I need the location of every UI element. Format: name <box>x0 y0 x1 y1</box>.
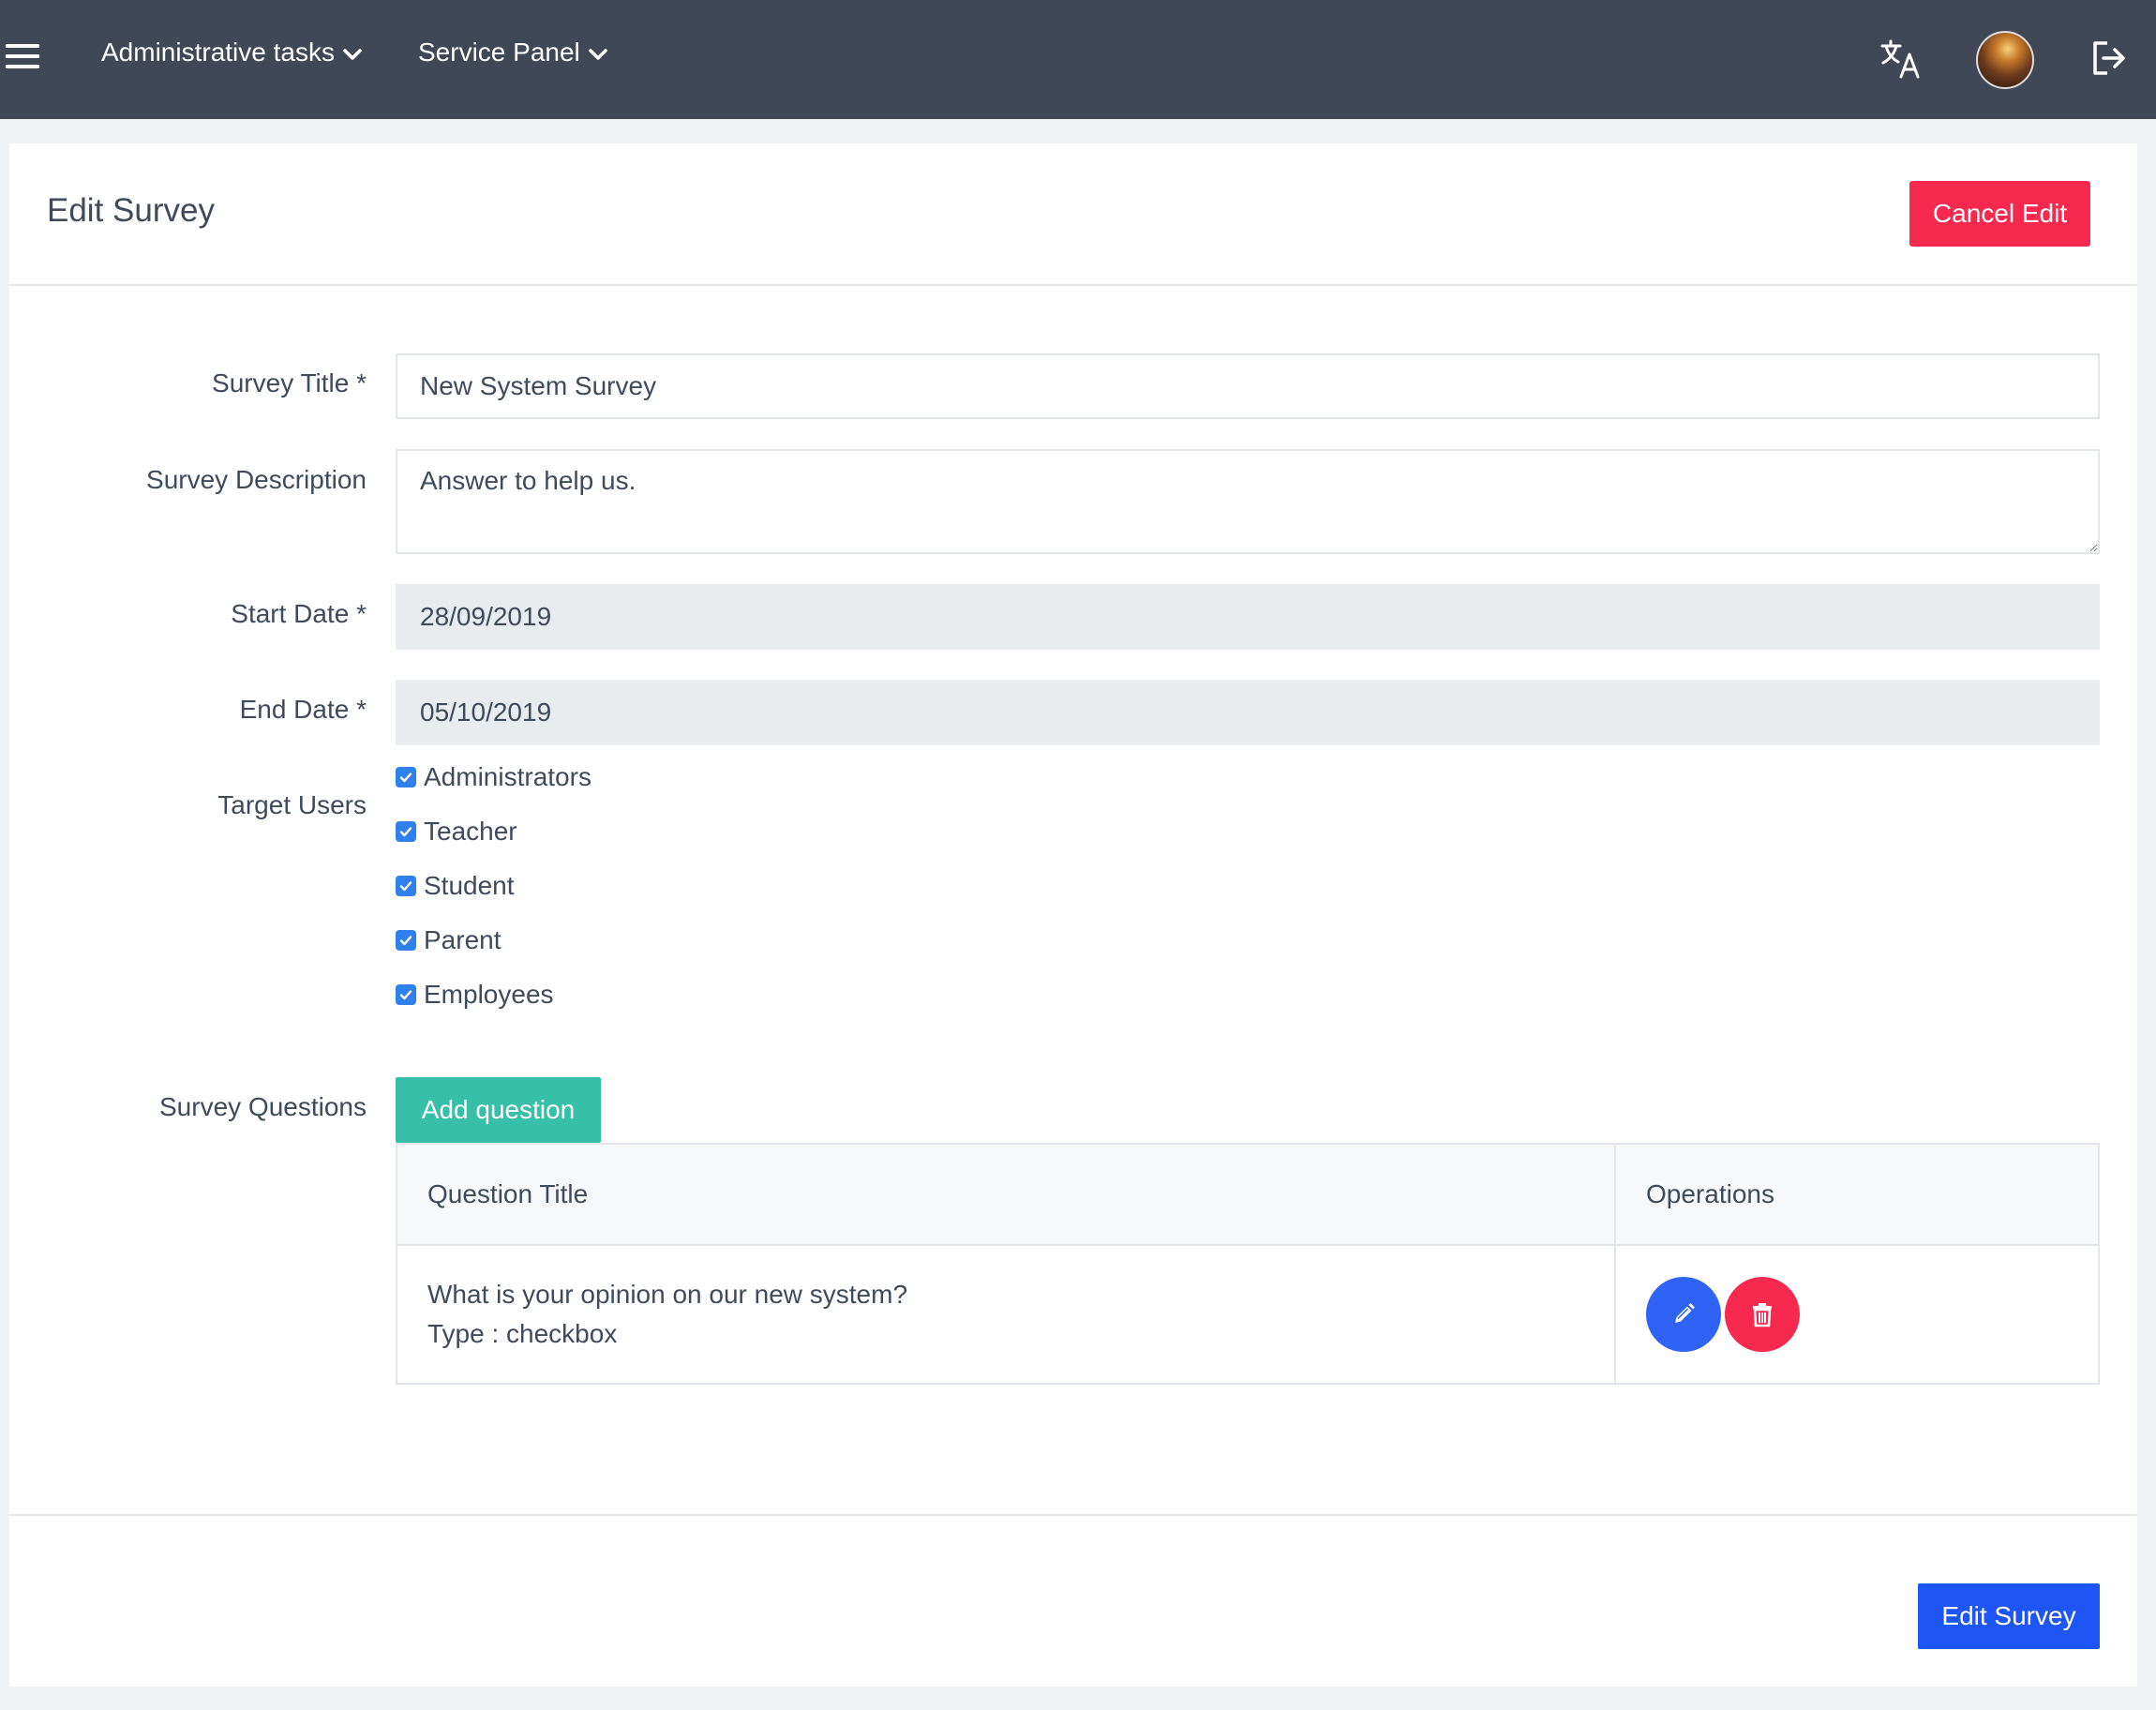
nav-menu-service-panel[interactable]: Service Panel <box>418 38 610 68</box>
top-navbar: Administrative tasks Service Panel <box>0 0 2156 119</box>
checkbox-label: Employees <box>424 980 554 1009</box>
column-header-question-title: Question Title <box>396 1143 1616 1246</box>
column-header-operations: Operations <box>1614 1143 2100 1246</box>
pencil-icon <box>1675 1303 1695 1323</box>
checkbox-administrators[interactable]: Administrators <box>396 760 591 794</box>
table-row: What is your opinion on our new system? … <box>396 1244 2100 1385</box>
checkbox-label: Parent <box>424 925 502 954</box>
question-type: Type : checkbox <box>427 1319 618 1348</box>
checkbox-label: Student <box>424 871 515 900</box>
checkbox-checked-icon[interactable] <box>396 767 416 788</box>
checkbox-label: Teacher <box>424 817 517 846</box>
delete-question-button[interactable] <box>1725 1277 1800 1352</box>
hamburger-icon[interactable] <box>6 44 39 72</box>
edit-survey-submit-button[interactable]: Edit Survey <box>1918 1583 2100 1649</box>
card-header: Edit Survey Cancel Edit <box>9 143 2137 286</box>
nav-menu-label: Administrative tasks <box>101 38 335 67</box>
chevron-down-icon <box>589 48 607 60</box>
survey-description-label: Survey Description <box>146 465 367 494</box>
nav-menu-label: Service Panel <box>418 38 580 67</box>
add-question-button[interactable]: Add question <box>396 1077 601 1143</box>
checkbox-teacher[interactable]: Teacher <box>396 815 517 848</box>
avatar[interactable] <box>1976 31 2034 89</box>
survey-title-input[interactable] <box>396 353 2100 419</box>
survey-description-textarea[interactable]: Answer to help us. <box>396 449 2100 554</box>
checkbox-label: Administrators <box>424 762 591 791</box>
logout-icon[interactable] <box>2090 39 2128 77</box>
question-cell: What is your opinion on our new system? … <box>396 1244 1616 1385</box>
question-title: What is your opinion on our new system? <box>427 1280 908 1309</box>
checkbox-checked-icon[interactable] <box>396 876 416 896</box>
cancel-edit-button[interactable]: Cancel Edit <box>1909 181 2090 247</box>
checkbox-parent[interactable]: Parent <box>396 923 502 957</box>
checkbox-employees[interactable]: Employees <box>396 978 554 1012</box>
checkbox-checked-icon[interactable] <box>396 984 416 1005</box>
target-users-label: Target Users <box>217 790 367 819</box>
end-date-input[interactable] <box>396 680 2100 745</box>
operations-cell <box>1614 1244 2100 1385</box>
end-date-label: End Date * <box>239 695 367 724</box>
start-date-input[interactable] <box>396 584 2100 650</box>
survey-questions-label: Survey Questions <box>159 1092 367 1121</box>
nav-menu-administrative-tasks[interactable]: Administrative tasks <box>101 38 365 68</box>
chevron-down-icon <box>343 48 362 60</box>
edit-question-button[interactable] <box>1646 1277 1721 1352</box>
checkbox-checked-icon[interactable] <box>396 821 416 842</box>
start-date-label: Start Date * <box>231 599 367 628</box>
checkbox-checked-icon[interactable] <box>396 930 416 951</box>
translate-icon[interactable] <box>1879 38 1923 81</box>
card-footer <box>9 1514 2137 1688</box>
page-title: Edit Survey <box>47 192 215 229</box>
questions-table: Question Title Operations What is your o… <box>396 1143 2100 1385</box>
table-header-row: Question Title Operations <box>396 1143 2100 1246</box>
trash-icon <box>1753 1303 1772 1328</box>
checkbox-student[interactable]: Student <box>396 869 515 903</box>
edit-survey-card: Edit Survey Cancel Edit Survey Title * S… <box>9 143 2137 1687</box>
survey-title-label: Survey Title * <box>212 368 367 398</box>
